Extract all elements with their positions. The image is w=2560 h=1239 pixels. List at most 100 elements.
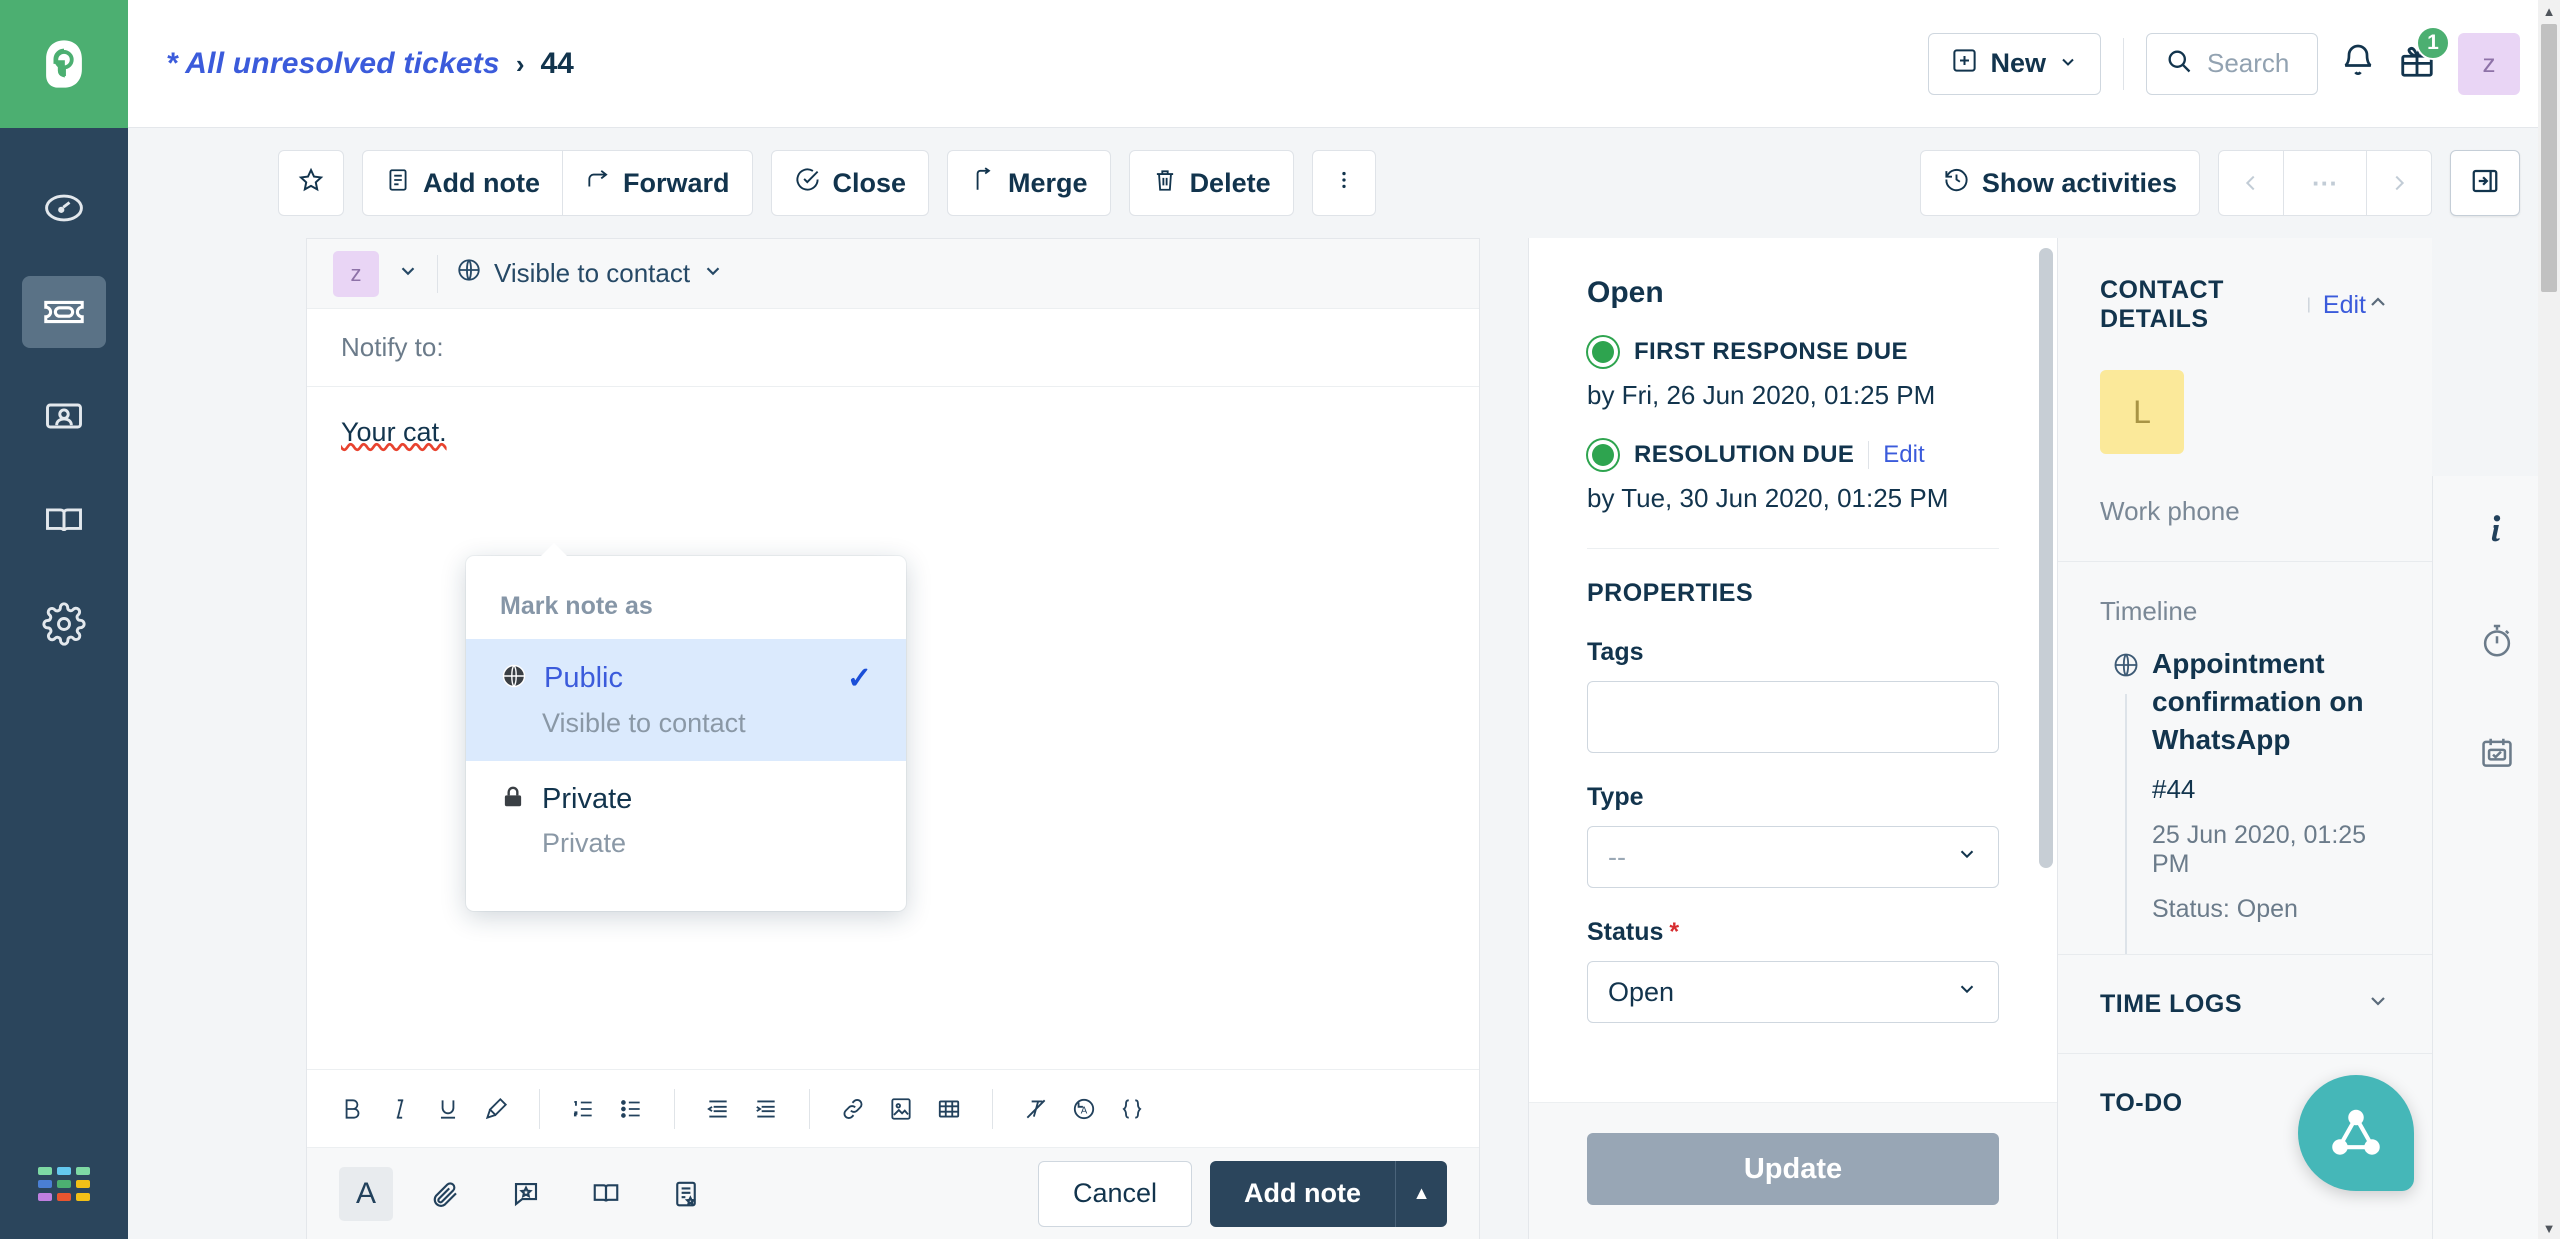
undo-icon[interactable]: A: [1071, 1096, 1097, 1122]
update-button[interactable]: Update: [1587, 1133, 1999, 1205]
sidebar-item-solutions[interactable]: [0, 468, 128, 572]
visibility-label: Visible to contact: [494, 258, 691, 288]
close-ticket-button[interactable]: Close: [770, 150, 930, 216]
private-option-row: Private: [500, 783, 872, 816]
canned-response-icon[interactable]: [499, 1167, 553, 1221]
scroll-down-arrow-icon[interactable]: ▼: [2538, 1217, 2560, 1239]
sidebar-item-contacts[interactable]: [0, 364, 128, 468]
info-icon[interactable]: [2478, 510, 2516, 548]
required-indicator: *: [1669, 918, 1680, 946]
contact-edit-link[interactable]: Edit: [2323, 291, 2366, 320]
scroll-up-arrow-icon[interactable]: ▲: [2538, 0, 2560, 22]
toolbar-note-group: Add note Forward: [362, 150, 753, 216]
globe-icon: [500, 662, 528, 695]
table-icon[interactable]: [936, 1096, 962, 1122]
user-avatar[interactable]: z: [2458, 32, 2520, 95]
add-note-submit-button[interactable]: Add note: [1210, 1160, 1395, 1227]
unordered-list-icon[interactable]: [618, 1096, 644, 1122]
globe-icon: [456, 257, 482, 290]
section-time-logs[interactable]: TIME LOGS: [2058, 954, 2432, 1053]
chevron-up-icon[interactable]: [2366, 290, 2390, 320]
page-scrollbar[interactable]: ▲ ▼: [2538, 0, 2560, 1239]
template-icon[interactable]: [659, 1167, 713, 1221]
delete-button[interactable]: Delete: [1128, 150, 1294, 216]
more-options-button[interactable]: [1311, 150, 1376, 216]
timeline-label: Timeline: [2100, 596, 2198, 626]
composer-buttons: Cancel Add note ▲: [1037, 1160, 1447, 1227]
collapse-panel-button[interactable]: [2450, 150, 2520, 216]
timeline-status: Status: Open: [2152, 895, 2298, 924]
forward-button[interactable]: Forward: [562, 150, 753, 216]
new-button-label: New: [1990, 48, 2046, 78]
status-value: Open: [1608, 976, 1675, 1007]
bold-icon[interactable]: [339, 1096, 365, 1122]
add-note-button[interactable]: Add note: [362, 150, 563, 216]
composer-agent-avatar[interactable]: z: [333, 250, 379, 297]
chevron-down-icon: [702, 258, 724, 289]
private-option-sub: Private: [542, 828, 627, 858]
notifications-button[interactable]: [2340, 43, 2376, 84]
attachment-icon[interactable]: [419, 1167, 473, 1221]
favorite-button[interactable]: [278, 150, 344, 216]
agent-chevron-icon[interactable]: [397, 260, 419, 287]
forward-icon: [585, 167, 611, 200]
gift-button[interactable]: 1: [2398, 26, 2450, 85]
properties-divider: [1587, 548, 1999, 549]
outdent-icon[interactable]: [705, 1096, 731, 1122]
breadcrumb-link[interactable]: * All unresolved tickets: [166, 47, 500, 81]
header-actions: New Search 1 z: [1928, 26, 2560, 95]
previous-ticket-button[interactable]: [2218, 150, 2284, 216]
ticket-toolbar: Add note Forward Close Merge Delete Show…: [128, 128, 2560, 238]
sla-date: by Fri, 26 Jun 2020, 01:25 PM: [1587, 380, 1936, 410]
link-icon[interactable]: [840, 1096, 866, 1122]
timer-icon[interactable]: [2478, 622, 2516, 660]
merge-button[interactable]: Merge: [947, 150, 1111, 216]
image-icon[interactable]: [888, 1096, 914, 1122]
network-triangle-icon: [2332, 1109, 2380, 1155]
ordered-list-icon[interactable]: [570, 1096, 596, 1122]
notify-row[interactable]: Notify to:: [307, 309, 1479, 387]
properties-scrollbar[interactable]: [2039, 248, 2053, 868]
sidebar-item-admin[interactable]: [0, 572, 128, 676]
solutions-book-icon[interactable]: [579, 1167, 633, 1221]
search-icon: [2165, 47, 2193, 80]
add-note-label: Add note: [423, 167, 540, 198]
toggle-formatting-button[interactable]: A: [339, 1166, 393, 1221]
clear-formatting-icon[interactable]: [1023, 1096, 1049, 1122]
calendar-todo-icon[interactable]: [2478, 734, 2516, 772]
timeline-subject[interactable]: Appointment confirmation on WhatsApp: [2152, 645, 2390, 758]
search-input[interactable]: Search: [2146, 32, 2318, 95]
dropdown-option-public[interactable]: Public ✓ Visible to contact: [466, 639, 906, 761]
forward-label: Forward: [622, 167, 730, 198]
next-ticket-button[interactable]: [2366, 150, 2432, 216]
breadcrumb-current: 44: [540, 46, 574, 80]
add-note-caret-button[interactable]: ▲: [1395, 1160, 1447, 1227]
search-placeholder: Search: [2207, 48, 2290, 78]
sidebar-item-tickets[interactable]: [0, 260, 128, 364]
sla-edit-link[interactable]: Edit: [1868, 441, 1925, 469]
code-icon[interactable]: [1119, 1096, 1145, 1122]
dropdown-option-private[interactable]: Private Private: [466, 761, 906, 881]
app-logo[interactable]: [0, 0, 128, 128]
cancel-button[interactable]: Cancel: [1037, 1160, 1193, 1227]
sidebar-item-dashboard[interactable]: [0, 156, 128, 260]
sla-status-dot-icon: [1592, 341, 1614, 363]
pager-ellipsis-button[interactable]: ···: [2284, 150, 2366, 216]
tags-label: Tags: [1587, 638, 1644, 666]
status-select[interactable]: Open: [1587, 961, 1999, 1023]
type-select[interactable]: --: [1587, 826, 1999, 888]
italic-icon[interactable]: [387, 1096, 413, 1122]
main-stage: z Visible to contact Notify to: Your cat…: [128, 238, 2560, 1239]
underline-icon[interactable]: [435, 1096, 461, 1122]
chevron-down-icon: [2366, 989, 2390, 1019]
highlighter-icon[interactable]: [483, 1096, 509, 1122]
tags-input[interactable]: [1587, 681, 1999, 753]
composer-header: z Visible to contact: [307, 239, 1479, 309]
new-button[interactable]: New: [1928, 32, 2101, 95]
scrollbar-thumb[interactable]: [2541, 24, 2557, 292]
app-switcher-button[interactable]: [0, 1167, 128, 1201]
freshworks-switcher-button[interactable]: [2298, 1075, 2414, 1191]
visibility-dropdown-trigger[interactable]: Visible to contact: [456, 257, 724, 290]
show-activities-button[interactable]: Show activities: [1919, 150, 2200, 216]
indent-icon[interactable]: [753, 1096, 779, 1122]
